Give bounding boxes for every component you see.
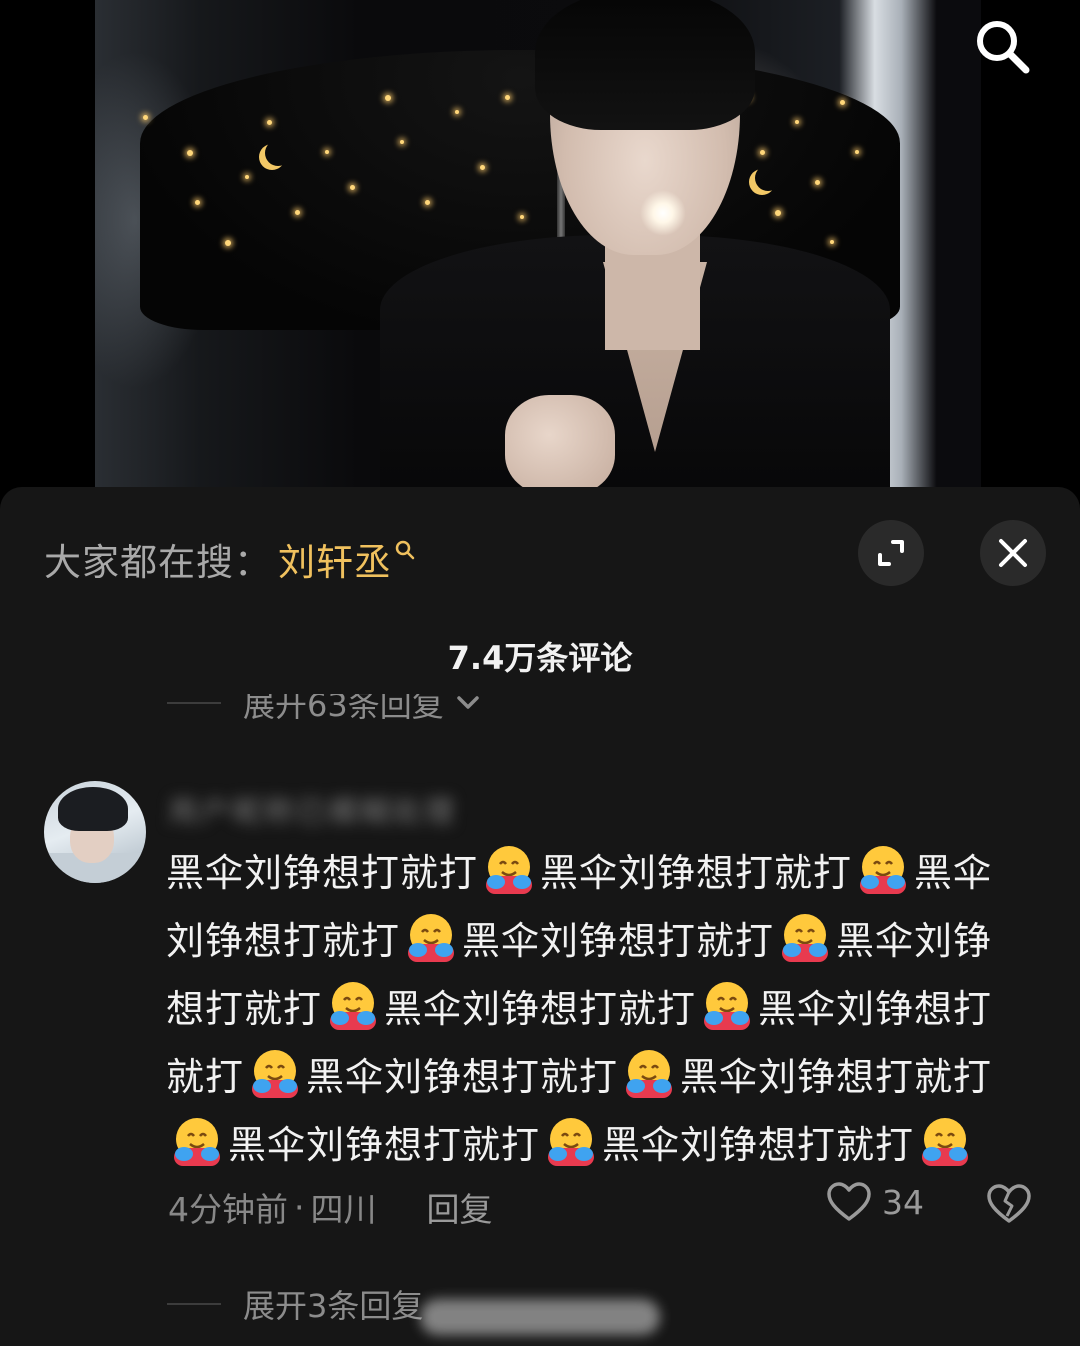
trending-keyword[interactable]: 刘轩丞 [278,532,392,586]
search-button[interactable] [970,14,1034,78]
close-button[interactable] [980,520,1046,586]
hugging-face-emoji [782,914,829,962]
close-icon [999,539,1027,567]
comment-segment: 黑伞刘铮想打就打 [384,987,697,1031]
video-player[interactable] [0,0,1080,500]
hugging-face-emoji [252,1050,299,1098]
search-small-icon [395,540,415,560]
expand-previous-replies[interactable]: 展开63条回复 [167,694,667,724]
expand-replies-label: 展开3条回复 [243,1287,424,1325]
comment-time: 4分钟前 [168,1190,288,1229]
comment-segment: 黑伞刘铮想打就打 [680,1055,993,1099]
expand-replies-label: 展开63条回复 [243,694,444,724]
avatar[interactable] [44,781,146,883]
comments-sheet: 大家都在搜： 刘轩丞 7.4万条评论 展开63条回复 用户昵称已模糊处理 黑伞刘… [0,487,1080,1346]
hugging-face-emoji [860,846,907,894]
reply-button[interactable]: 回复 [427,1183,493,1231]
comment-segment: 黑伞刘铮想打就打 [228,1123,541,1167]
comment-location: 四川 [310,1190,377,1229]
like-button[interactable]: 34 [826,1181,924,1223]
heart-icon [827,1182,871,1221]
comment-text: 黑伞刘铮想打就打 黑伞刘铮想打就打 黑伞刘铮想打就打 黑伞刘铮想打就打 黑伞刘铮想打就打… [166,839,1026,1179]
hugging-face-emoji [174,1118,220,1166]
broken-heart-icon [987,1184,1031,1223]
video-frame [95,0,981,500]
chevron-down-icon [456,696,479,709]
divider [167,702,221,704]
trending-label: 大家都在搜： [44,541,272,584]
comment-segment: 黑伞刘铮想打就打 [166,851,479,895]
light-flare [640,190,686,236]
hugging-face-emoji [408,914,455,962]
hugging-face-emoji [330,982,377,1030]
comment-segment: 黑伞刘铮想打就打 [540,851,853,895]
comment-meta: 4分钟前 · 四川 回复 [168,1183,493,1231]
comment-segment: 黑伞刘铮想打就打 [462,919,775,963]
meta-separator: · [294,1187,305,1227]
person-hand [505,395,615,495]
comment-count: 7.4万条评论 [447,639,633,677]
hugging-face-emoji [922,1118,969,1166]
like-count: 34 [882,1182,924,1222]
person-hair [535,0,755,130]
username[interactable]: 用户昵称已模糊处理 [168,787,456,831]
expand-replies-button[interactable]: 展开3条回复 [167,1281,423,1327]
expand-icon [878,540,904,566]
hugging-face-emoji [626,1050,673,1098]
expand-button[interactable] [858,520,924,586]
divider [167,1303,221,1305]
hugging-face-emoji [486,846,533,894]
hugging-face-emoji [704,982,751,1030]
dislike-button[interactable] [986,1183,1032,1229]
comment-segment: 黑伞刘铮想打就打 [602,1123,915,1167]
search-icon [977,21,1030,74]
watermark [420,1299,660,1335]
trending-search[interactable]: 大家都在搜： 刘轩丞 [44,532,416,586]
hugging-face-emoji [548,1118,595,1166]
comment-segment: 黑伞刘铮想打就打 [306,1055,619,1099]
